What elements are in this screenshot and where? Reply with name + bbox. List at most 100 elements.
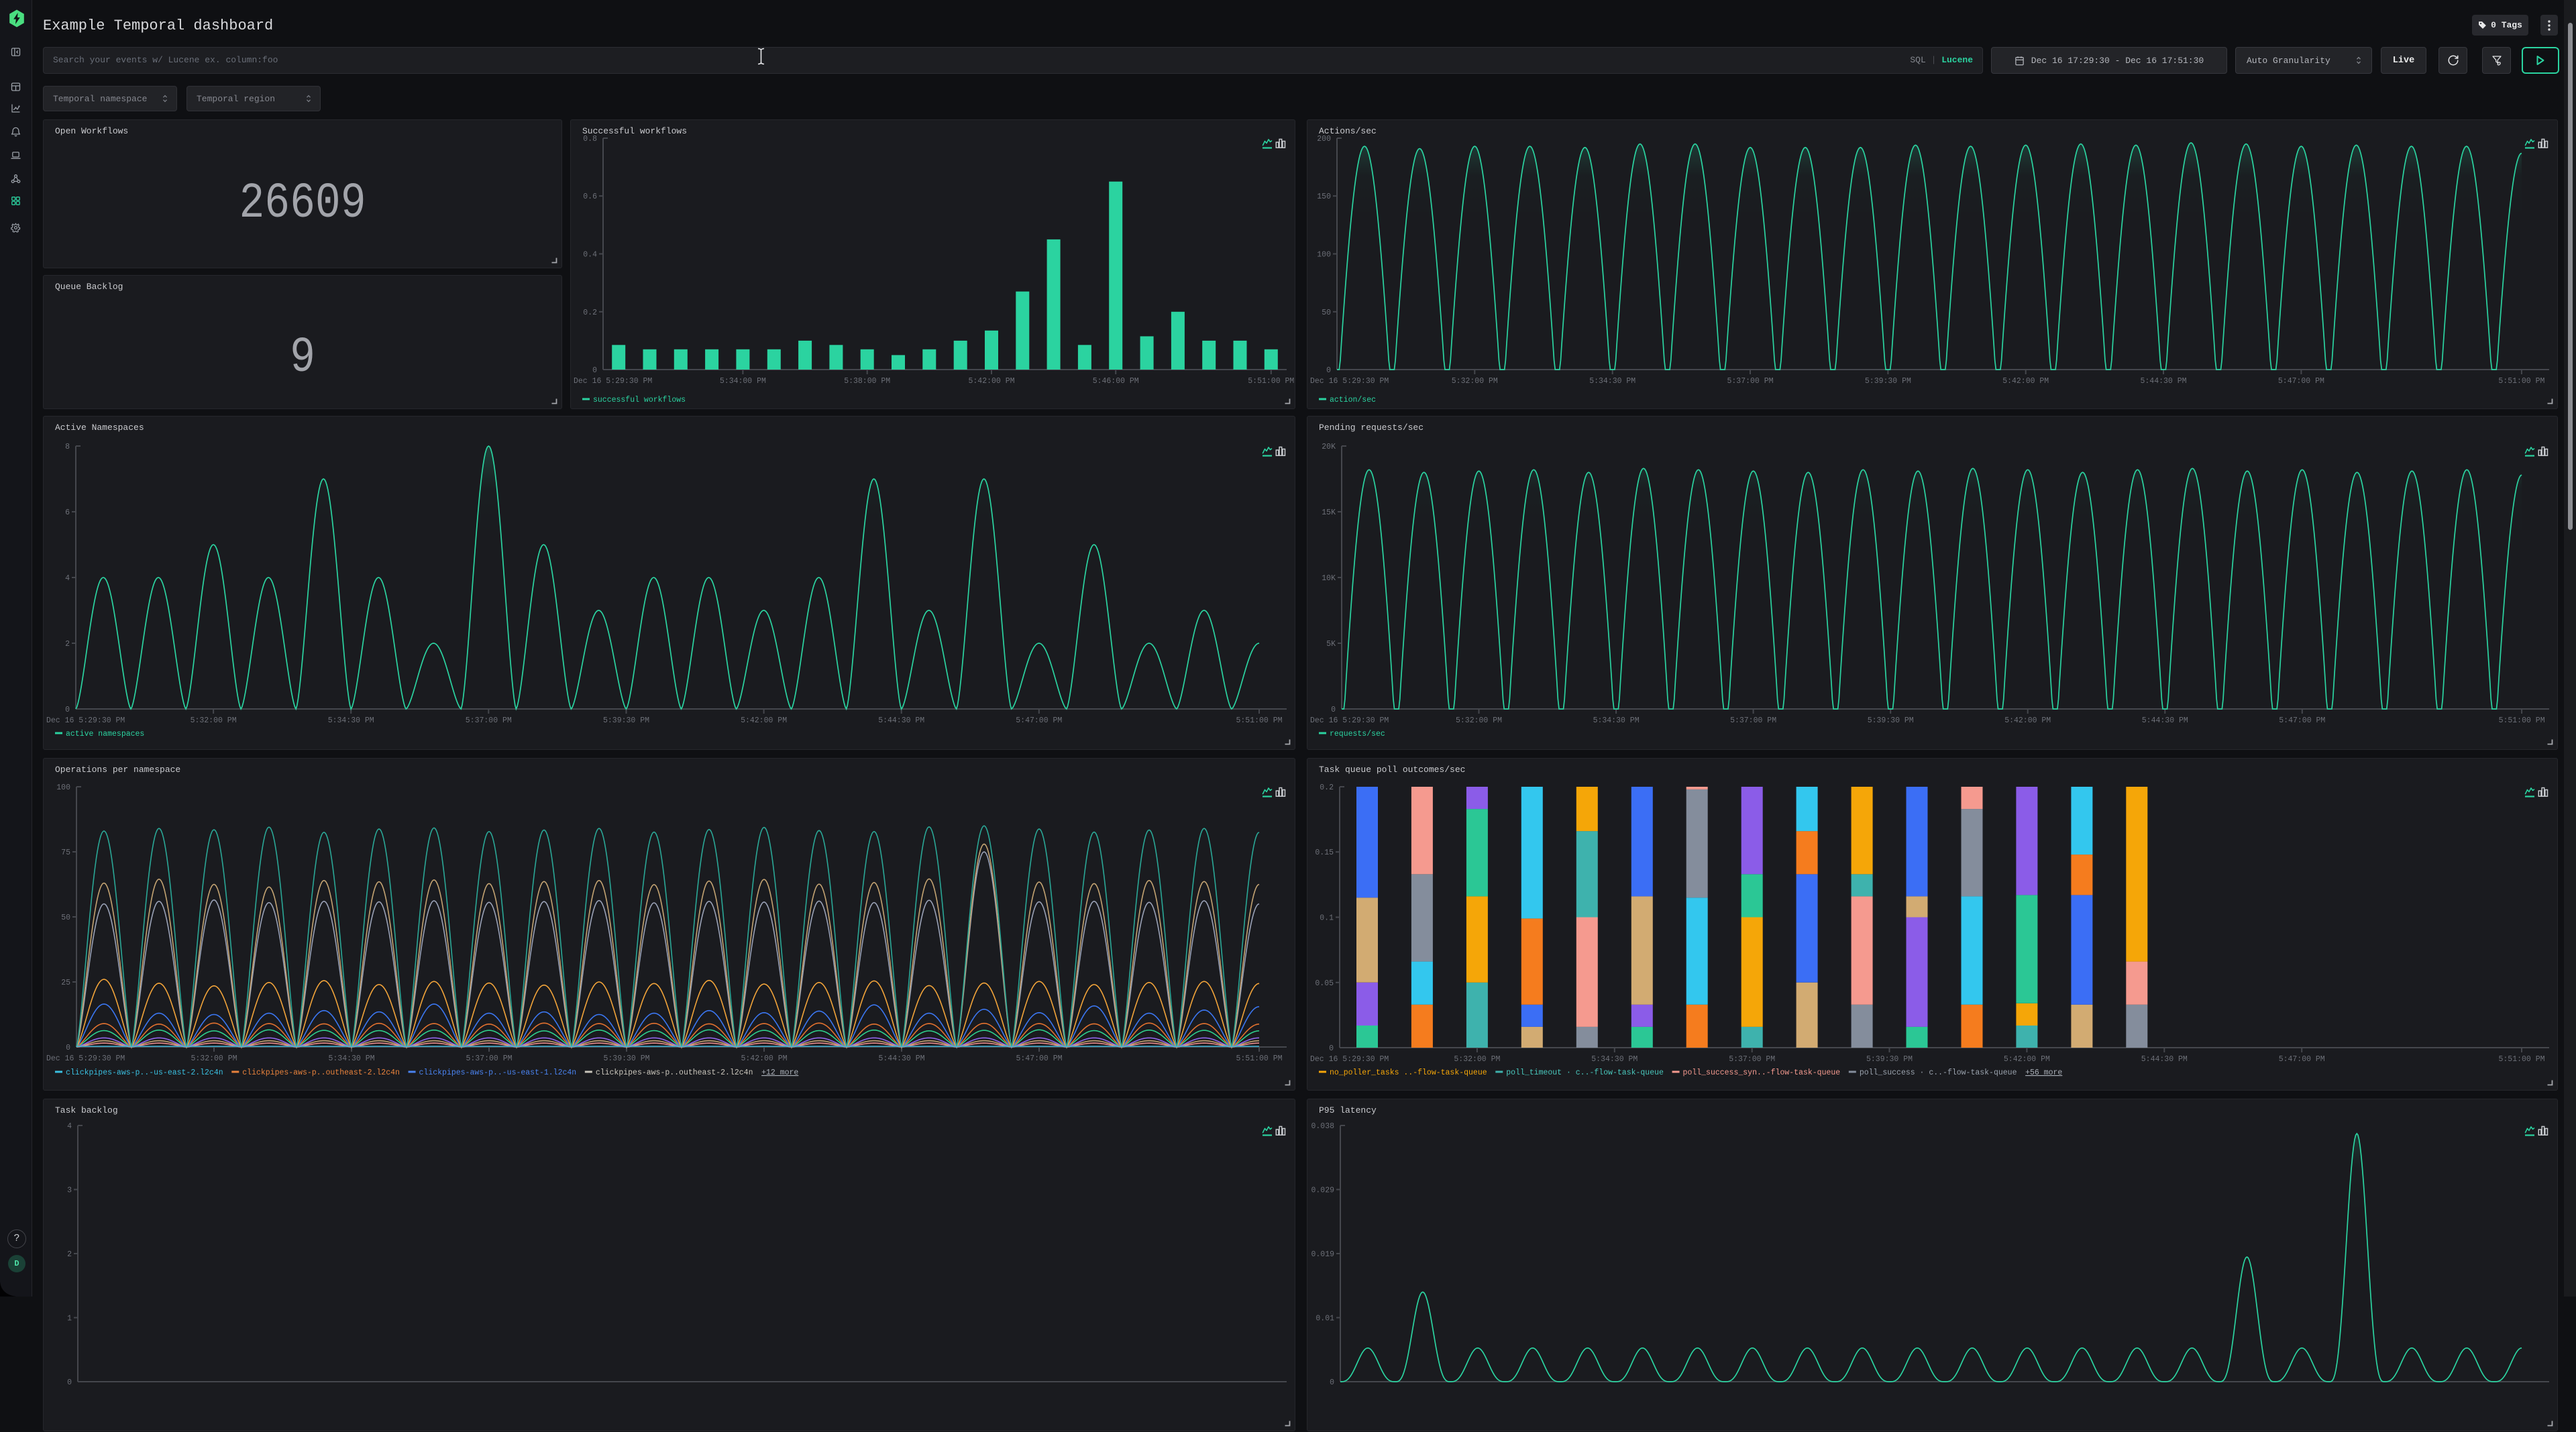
svg-text:0.019: 0.019 xyxy=(1311,1250,1334,1259)
svg-text:5:46:00 PM: 5:46:00 PM xyxy=(1093,377,1139,386)
svg-text:5:32:00 PM: 5:32:00 PM xyxy=(191,1054,237,1063)
svg-text:5:44:30 PM: 5:44:30 PM xyxy=(878,716,924,725)
svg-text:100: 100 xyxy=(1317,251,1331,260)
svg-text:5:47:00 PM: 5:47:00 PM xyxy=(1016,1054,1062,1063)
svg-text:5:39:30 PM: 5:39:30 PM xyxy=(603,1054,649,1063)
svg-text:25: 25 xyxy=(61,979,70,987)
svg-text:5:38:00 PM: 5:38:00 PM xyxy=(844,377,890,386)
svg-text:Dec 16 5:29:30 PM: Dec 16 5:29:30 PM xyxy=(1310,1055,1389,1064)
svg-text:5:37:00 PM: 5:37:00 PM xyxy=(1727,377,1773,386)
svg-text:5:47:00 PM: 5:47:00 PM xyxy=(1016,716,1062,725)
svg-text:1: 1 xyxy=(67,1315,72,1323)
svg-text:clickpipes-aws-p..-us-east-2.l: clickpipes-aws-p..-us-east-2.l2c4n xyxy=(66,1068,223,1077)
svg-text:0.2: 0.2 xyxy=(1320,783,1334,792)
svg-text:5:32:00 PM: 5:32:00 PM xyxy=(1452,377,1498,386)
svg-text:10K: 10K xyxy=(1322,574,1336,583)
svg-text:Dec 16 5:29:30 PM: Dec 16 5:29:30 PM xyxy=(1310,377,1389,386)
svg-text:5:44:30 PM: 5:44:30 PM xyxy=(878,1054,924,1063)
svg-text:20K: 20K xyxy=(1322,443,1336,451)
svg-text:0.01: 0.01 xyxy=(1316,1315,1334,1323)
svg-text:0.1: 0.1 xyxy=(1320,914,1334,923)
svg-text:5:42:00 PM: 5:42:00 PM xyxy=(741,716,787,725)
svg-text:200: 200 xyxy=(1317,135,1331,144)
svg-text:4: 4 xyxy=(67,1122,72,1131)
svg-text:5:34:30 PM: 5:34:30 PM xyxy=(1593,716,1640,725)
svg-text:action/sec: action/sec xyxy=(1330,396,1376,404)
svg-text:0: 0 xyxy=(65,706,70,714)
svg-text:4: 4 xyxy=(65,574,70,583)
svg-text:active namespaces: active namespaces xyxy=(66,730,144,738)
svg-text:0: 0 xyxy=(1329,1044,1334,1053)
svg-text:0: 0 xyxy=(1330,1378,1334,1387)
svg-text:5:34:30 PM: 5:34:30 PM xyxy=(328,716,374,725)
svg-text:5:37:00 PM: 5:37:00 PM xyxy=(1729,1055,1775,1064)
svg-text:5:39:30 PM: 5:39:30 PM xyxy=(1868,716,1914,725)
svg-text:5:39:30 PM: 5:39:30 PM xyxy=(1866,1055,1913,1064)
svg-text:successful workflows: successful workflows xyxy=(593,396,686,404)
svg-text:0: 0 xyxy=(1326,366,1331,375)
svg-text:Dec 16 5:29:30 PM: Dec 16 5:29:30 PM xyxy=(1310,716,1389,725)
svg-text:poll_success_syn..-flow-task-q: poll_success_syn..-flow-task-queue xyxy=(1683,1068,1841,1077)
svg-text:Dec 16 5:29:30 PM: Dec 16 5:29:30 PM xyxy=(574,377,652,386)
svg-text:75: 75 xyxy=(61,848,70,857)
svg-text:50: 50 xyxy=(1322,309,1331,317)
svg-text:5:42:00 PM: 5:42:00 PM xyxy=(2002,377,2049,386)
svg-text:Dec 16 5:29:30 PM: Dec 16 5:29:30 PM xyxy=(46,716,125,725)
svg-text:5:47:00 PM: 5:47:00 PM xyxy=(2279,716,2325,725)
svg-text:150: 150 xyxy=(1317,192,1331,201)
svg-text:5:34:30 PM: 5:34:30 PM xyxy=(328,1054,374,1063)
svg-text:3: 3 xyxy=(67,1187,72,1195)
svg-text:5:51:00 PM: 5:51:00 PM xyxy=(1248,377,1294,386)
svg-text:5:32:00 PM: 5:32:00 PM xyxy=(1456,716,1502,725)
svg-text:5:39:30 PM: 5:39:30 PM xyxy=(1865,377,1911,386)
svg-text:5:32:00 PM: 5:32:00 PM xyxy=(191,716,237,725)
svg-text:5:51:00 PM: 5:51:00 PM xyxy=(1236,716,1282,725)
svg-text:poll_success · c..-flow-task-q: poll_success · c..-flow-task-queue xyxy=(1860,1068,2017,1077)
svg-text:0.15: 0.15 xyxy=(1315,848,1334,857)
svg-text:0: 0 xyxy=(66,1044,70,1052)
svg-text:+12 more: +12 more xyxy=(761,1068,798,1077)
svg-text:0: 0 xyxy=(1331,706,1336,714)
svg-text:6: 6 xyxy=(65,508,70,517)
svg-text:5:34:30 PM: 5:34:30 PM xyxy=(1589,377,1635,386)
svg-text:5:51:00 PM: 5:51:00 PM xyxy=(2498,1055,2544,1064)
svg-text:5:34:00 PM: 5:34:00 PM xyxy=(720,377,766,386)
svg-text:5:42:00 PM: 5:42:00 PM xyxy=(741,1054,787,1063)
svg-text:0: 0 xyxy=(67,1378,72,1387)
svg-text:0.029: 0.029 xyxy=(1311,1187,1334,1195)
svg-text:5:39:30 PM: 5:39:30 PM xyxy=(603,716,649,725)
svg-text:clickpipes-aws-p..outheast-2.l: clickpipes-aws-p..outheast-2.l2c4n xyxy=(242,1068,400,1077)
svg-text:5:42:00 PM: 5:42:00 PM xyxy=(2004,1055,2050,1064)
svg-text:0.2: 0.2 xyxy=(583,309,597,317)
svg-text:0.6: 0.6 xyxy=(583,192,597,201)
svg-text:5:44:30 PM: 5:44:30 PM xyxy=(2142,716,2188,725)
svg-text:no_poller_tasks ..-flow-task-q: no_poller_tasks ..-flow-task-queue xyxy=(1330,1068,1487,1077)
svg-text:requests/sec: requests/sec xyxy=(1330,730,1385,738)
svg-text:5:37:00 PM: 5:37:00 PM xyxy=(466,716,512,725)
svg-text:5:32:00 PM: 5:32:00 PM xyxy=(1454,1055,1500,1064)
svg-text:poll_timeout · c..-flow-task-q: poll_timeout · c..-flow-task-queue xyxy=(1506,1068,1664,1077)
svg-text:5:47:00 PM: 5:47:00 PM xyxy=(2279,1055,2325,1064)
svg-text:5:37:00 PM: 5:37:00 PM xyxy=(1730,716,1776,725)
svg-text:15K: 15K xyxy=(1322,508,1336,517)
svg-text:+56 more: +56 more xyxy=(2025,1068,2062,1077)
svg-text:0: 0 xyxy=(592,366,597,375)
svg-text:5:42:00 PM: 5:42:00 PM xyxy=(968,377,1014,386)
svg-text:5:42:00 PM: 5:42:00 PM xyxy=(2004,716,2051,725)
svg-text:5:44:30 PM: 5:44:30 PM xyxy=(2141,1055,2188,1064)
svg-text:0.8: 0.8 xyxy=(583,135,597,144)
svg-text:5:51:00 PM: 5:51:00 PM xyxy=(2498,377,2544,386)
svg-text:0.05: 0.05 xyxy=(1315,979,1334,988)
svg-text:clickpipes-aws-p..outheast-2.l: clickpipes-aws-p..outheast-2.l2c4n xyxy=(596,1068,753,1077)
svg-text:8: 8 xyxy=(65,443,70,451)
svg-text:Dec 16 5:29:30 PM: Dec 16 5:29:30 PM xyxy=(46,1054,125,1063)
svg-text:50: 50 xyxy=(61,914,70,922)
svg-text:5:47:00 PM: 5:47:00 PM xyxy=(2278,377,2324,386)
svg-text:0.4: 0.4 xyxy=(583,251,597,260)
svg-text:100: 100 xyxy=(56,783,70,792)
svg-text:clickpipes-aws-p..-us-east-1.l: clickpipes-aws-p..-us-east-1.l2c4n xyxy=(419,1068,577,1077)
svg-text:5:44:30 PM: 5:44:30 PM xyxy=(2140,377,2186,386)
svg-text:5:37:00 PM: 5:37:00 PM xyxy=(466,1054,512,1063)
svg-text:5:51:00 PM: 5:51:00 PM xyxy=(2499,716,2545,725)
svg-text:5:34:30 PM: 5:34:30 PM xyxy=(1591,1055,1638,1064)
